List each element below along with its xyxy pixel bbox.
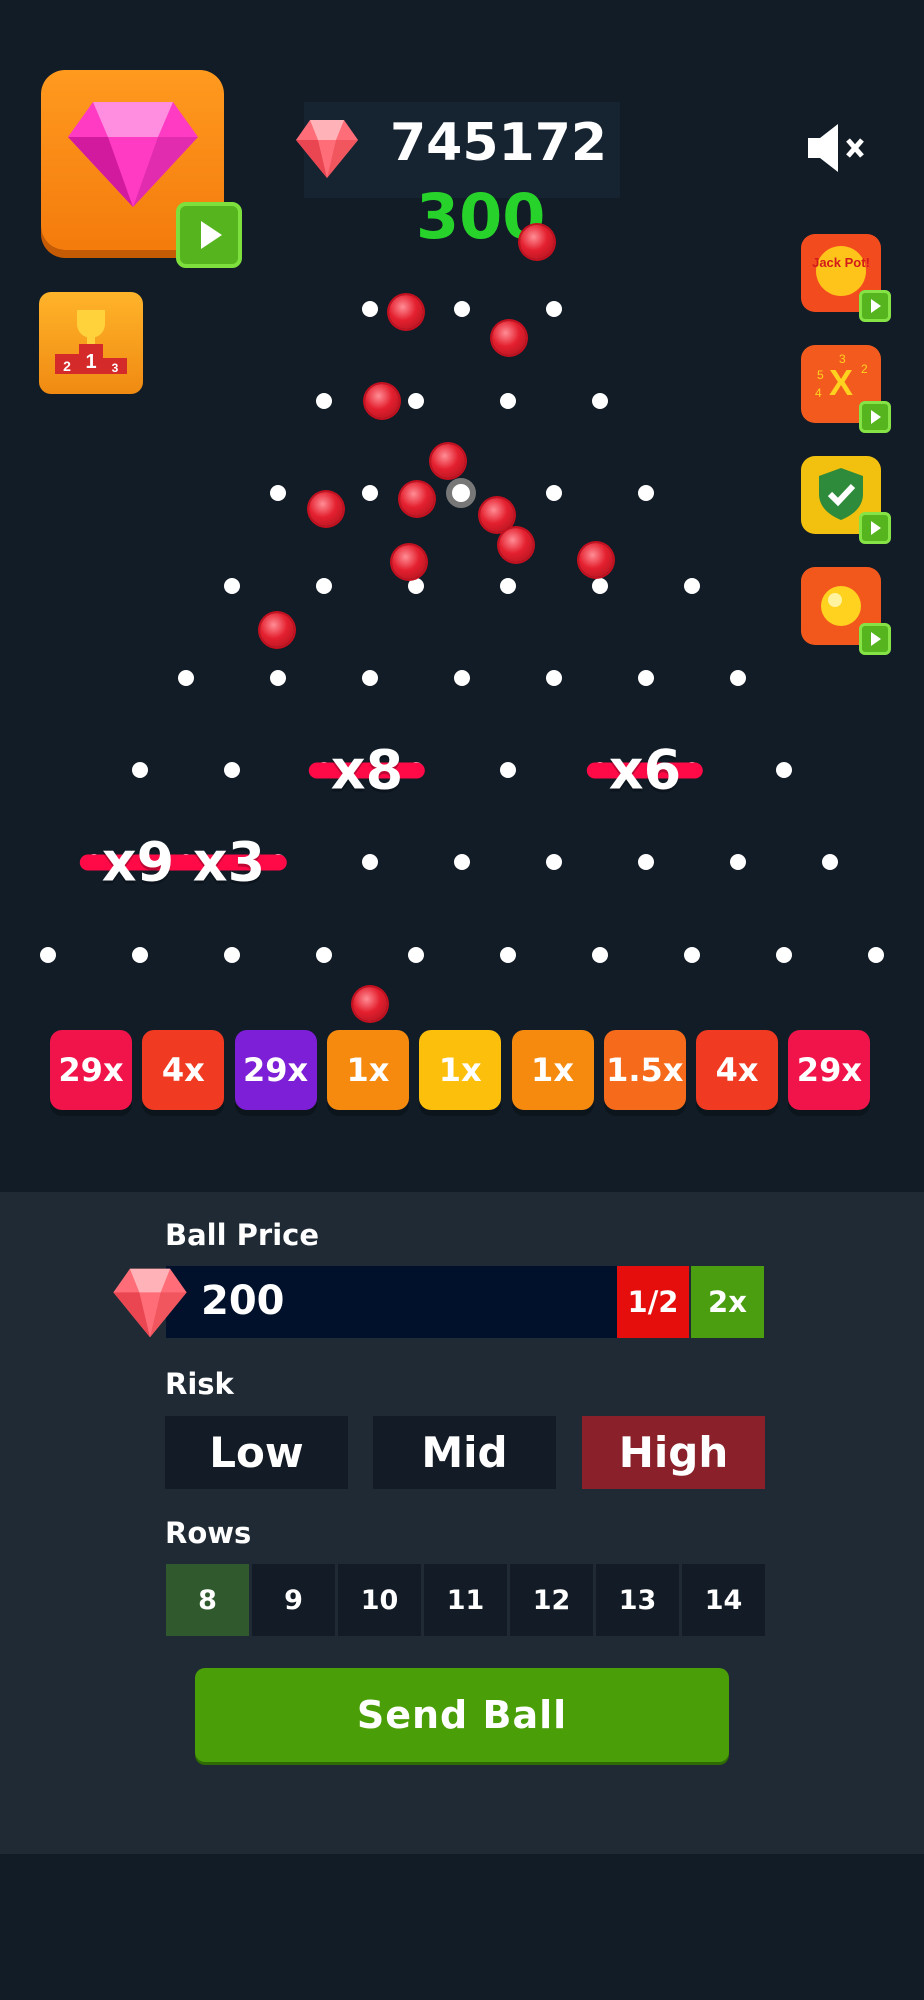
peg: [362, 485, 378, 501]
peg: [500, 762, 516, 778]
send-ball-button[interactable]: Send Ball: [195, 1668, 729, 1762]
rows-option-13[interactable]: 13: [596, 1564, 679, 1636]
peg: [454, 854, 470, 870]
risk-mid-button[interactable]: Mid: [373, 1416, 556, 1489]
peg: [454, 301, 470, 317]
peg: [546, 670, 562, 686]
rows-option-9[interactable]: 9: [252, 1564, 335, 1636]
peg: [776, 762, 792, 778]
peg: [224, 947, 240, 963]
peg: [684, 947, 700, 963]
ruby-ball: [353, 987, 387, 1021]
ruby-ball: [365, 384, 399, 418]
peg: [408, 393, 424, 409]
peg-multiplier: x3: [170, 830, 288, 894]
peg: [546, 854, 562, 870]
peg: [362, 670, 378, 686]
peg: [132, 762, 148, 778]
ruby-ball: [400, 482, 434, 516]
peg: [316, 578, 332, 594]
peg: [178, 670, 194, 686]
peg: [132, 947, 148, 963]
peg: [638, 854, 654, 870]
peg: [500, 393, 516, 409]
peg: [316, 393, 332, 409]
active-peg: [446, 478, 476, 508]
peg: [316, 947, 332, 963]
peg: [868, 947, 884, 963]
multiplier-bucket: 4x: [696, 1030, 779, 1110]
peg: [270, 485, 286, 501]
rows-label: Rows: [165, 1516, 252, 1550]
rows-option-14[interactable]: 14: [682, 1564, 765, 1636]
peg: [730, 854, 746, 870]
peg: [40, 947, 56, 963]
peg-multiplier: x6: [586, 738, 704, 802]
ruby-ball: [260, 613, 294, 647]
ruby-ball: [480, 498, 514, 532]
peg: [546, 301, 562, 317]
ruby-ball: [579, 543, 613, 577]
peg: [500, 947, 516, 963]
peg: [500, 578, 516, 594]
peg: [224, 762, 240, 778]
double-price-button[interactable]: 2x: [691, 1266, 764, 1338]
peg: [270, 670, 286, 686]
ruby-gem-icon: [113, 1268, 187, 1338]
peg: [730, 670, 746, 686]
peg-multiplier: x8: [308, 738, 426, 802]
rows-option-10[interactable]: 10: [338, 1564, 421, 1636]
ruby-ball: [431, 444, 465, 478]
peg: [362, 854, 378, 870]
peg: [224, 578, 240, 594]
multiplier-bucket: 1x: [326, 1030, 409, 1110]
peg: [408, 578, 424, 594]
rows-option-8[interactable]: 8: [166, 1564, 249, 1636]
half-price-button[interactable]: 1/2: [617, 1266, 689, 1338]
multiplier-bucket: 4x: [142, 1030, 225, 1110]
peg-multiplier: x9: [79, 830, 197, 894]
peg: [776, 947, 792, 963]
peg: [408, 947, 424, 963]
ruby-ball: [389, 295, 423, 329]
multiplier-bucket: 29x: [788, 1030, 871, 1110]
ball-price-label: Ball Price: [165, 1218, 320, 1252]
peg: [546, 485, 562, 501]
ruby-ball: [309, 492, 343, 526]
peg: [362, 301, 378, 317]
risk-label: Risk: [165, 1367, 234, 1401]
multiplier-bucket: 29x: [234, 1030, 317, 1110]
peg: [822, 854, 838, 870]
peg: [638, 670, 654, 686]
multiplier-bucket: 1.5x: [603, 1030, 686, 1110]
ruby-ball: [499, 528, 533, 562]
peg: [638, 485, 654, 501]
multiplier-bucket: 1x: [511, 1030, 594, 1110]
ruby-ball: [520, 225, 554, 259]
multiplier-bucket: 1x: [419, 1030, 502, 1110]
peg: [454, 670, 470, 686]
risk-low-button[interactable]: Low: [165, 1416, 348, 1489]
rows-option-12[interactable]: 12: [510, 1564, 593, 1636]
peg: [592, 578, 608, 594]
ruby-ball: [392, 545, 426, 579]
ball-price-value: 200: [201, 1278, 285, 1324]
peg: [592, 947, 608, 963]
risk-high-button[interactable]: High: [582, 1416, 765, 1489]
peg: [592, 393, 608, 409]
multiplier-bucket: 29x: [50, 1030, 132, 1110]
ruby-ball: [492, 321, 526, 355]
rows-option-11[interactable]: 11: [424, 1564, 507, 1636]
peg: [684, 578, 700, 594]
